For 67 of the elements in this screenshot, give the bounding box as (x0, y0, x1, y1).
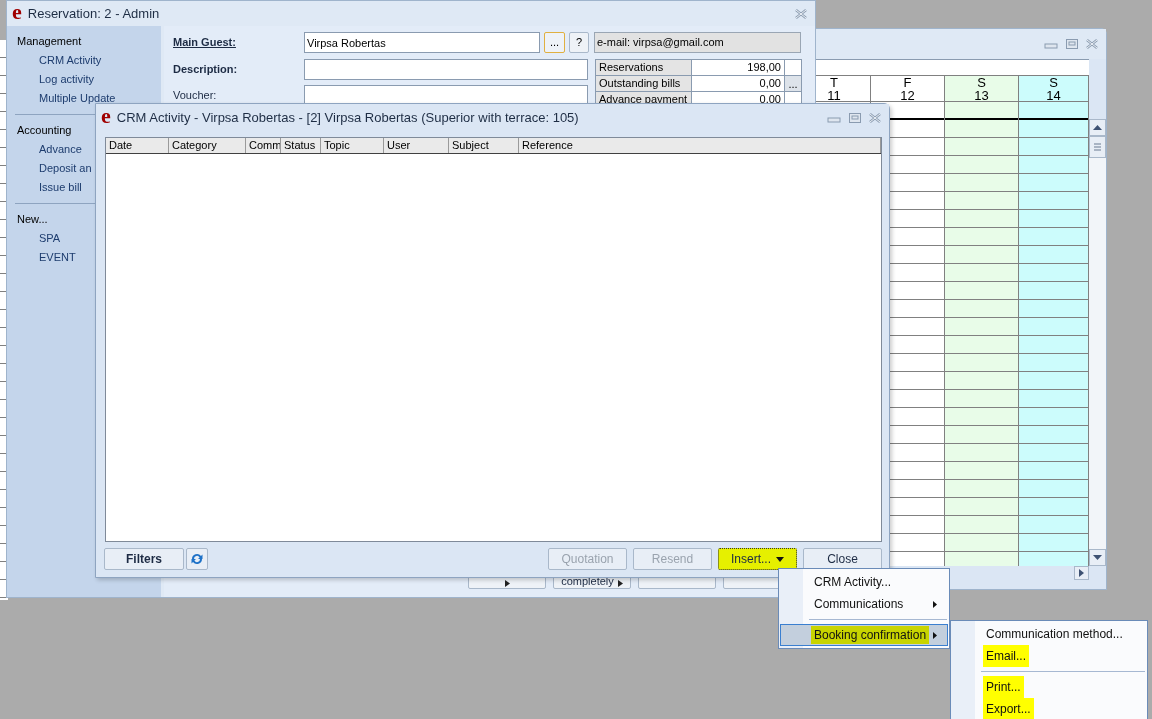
column-header[interactable]: Status (281, 138, 321, 153)
dialog-button[interactable]: Insert... (718, 548, 797, 570)
column-header[interactable]: Subject (449, 138, 519, 153)
dropdown-caret-icon[interactable] (776, 556, 784, 562)
day-label: 12 (900, 88, 915, 102)
sidebar-item[interactable]: SPA (39, 229, 61, 248)
table-cell: 198,00 (692, 60, 785, 76)
browse-button[interactable]: ... (544, 32, 565, 53)
column-header[interactable]: Reference (519, 138, 881, 153)
sidebar-heading[interactable]: New... (17, 210, 48, 229)
scroll-right-icon[interactable] (1074, 566, 1089, 580)
scroll-down-icon[interactable] (1089, 549, 1106, 566)
sidebar-item[interactable]: Advance (39, 140, 82, 159)
sidebar-item[interactable]: EVENT (39, 248, 76, 267)
table-cell: Outstanding bills (596, 76, 692, 92)
window-title: CRM Activity - Virpsa Robertas - [2] Virpsa Robertas (Superior with terrace: 105) (116, 108, 579, 127)
column-header[interactable]: Date (106, 138, 169, 153)
email-field: e-mail: virpsa@gmail.com (594, 32, 801, 53)
menu-item[interactable]: Export... (952, 698, 1146, 719)
weekday-label: T (830, 75, 838, 89)
menu-item[interactable]: Print... (952, 676, 1146, 698)
submenu-arrow-icon[interactable] (933, 631, 937, 639)
column-header[interactable]: Comm (246, 138, 281, 153)
table-cell: 0,00 (692, 76, 785, 92)
app-logo: e (12, 0, 22, 23)
menu-item[interactable]: Communications (780, 593, 948, 615)
menu-item[interactable]: Email... (952, 645, 1146, 667)
sidebar-item[interactable]: Deposit an (39, 159, 92, 178)
weekday-label: F (903, 75, 912, 89)
column-header[interactable]: Topic (321, 138, 384, 153)
close-icon[interactable] (869, 112, 881, 123)
day-label: 14 (1046, 88, 1061, 102)
column-header[interactable]: User (384, 138, 449, 153)
sidebar-item[interactable]: CRM Activity (39, 51, 102, 70)
menu-item[interactable]: Booking confirmation (780, 624, 948, 646)
filters-button[interactable]: Filters (104, 548, 184, 570)
weekday-label: S (977, 75, 986, 89)
submenu-arrow-icon[interactable] (504, 580, 510, 587)
menu-item[interactable]: Communication method... (952, 623, 1146, 645)
sidebar-heading[interactable]: Accounting (17, 121, 72, 140)
sidebar-item[interactable]: Log activity (39, 70, 95, 89)
field-label: Main Guest: (173, 35, 237, 51)
close-icon[interactable] (1086, 39, 1098, 49)
description-field[interactable] (304, 59, 588, 80)
close-icon[interactable] (795, 8, 807, 19)
help-button[interactable]: ? (569, 32, 589, 53)
maximize-icon[interactable] (1066, 39, 1078, 49)
field-label: Voucher: (173, 88, 218, 104)
sidebar-heading[interactable]: Management (17, 32, 82, 51)
window-title: Reservation: 2 - Admin (27, 4, 160, 23)
scroll-thumb[interactable] (1089, 136, 1106, 158)
weekday-label: S (1049, 75, 1058, 89)
day-label: 11 (827, 88, 841, 102)
table-cell: Reservations (596, 60, 692, 76)
dialog-button[interactable]: Close (803, 548, 882, 570)
more-button[interactable]: ... (785, 76, 802, 92)
submenu-arrow-icon[interactable] (933, 600, 937, 608)
menu-item[interactable]: CRM Activity... (780, 571, 948, 593)
sidebar-item[interactable]: Issue bill (39, 178, 82, 197)
maximize-icon[interactable] (849, 112, 861, 123)
column-header[interactable]: Category (169, 138, 246, 153)
vertical-scrollbar[interactable] (1089, 119, 1106, 566)
field-label: Description: (173, 62, 239, 78)
main-guest-field[interactable]: Virpsa Robertas (304, 32, 540, 53)
day-label: 13 (974, 88, 989, 102)
submenu-arrow-icon[interactable] (617, 580, 623, 587)
scroll-up-icon[interactable] (1089, 119, 1106, 136)
